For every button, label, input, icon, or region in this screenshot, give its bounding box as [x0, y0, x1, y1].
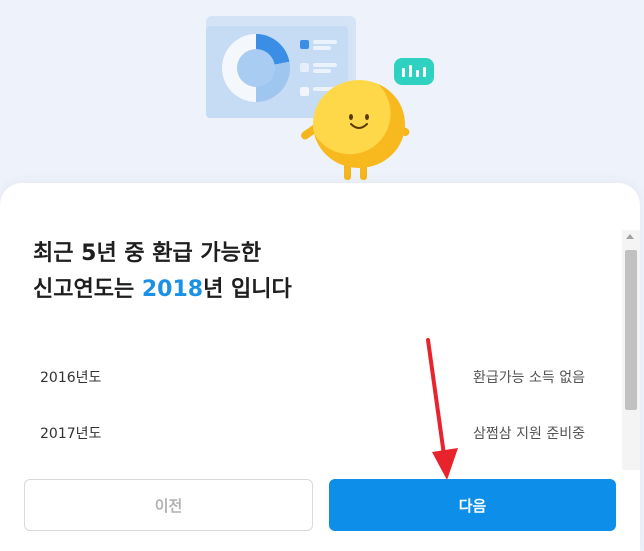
year-label: 2016년도	[40, 370, 102, 386]
scroll-thumb[interactable]	[625, 250, 637, 410]
next-button[interactable]: 다음	[329, 479, 616, 531]
year-status: 삼쩜삼 지원 준비중	[473, 426, 585, 442]
year-label: 2017년도	[40, 426, 102, 442]
scrollbar[interactable]	[622, 230, 640, 470]
legend-dot-icon	[300, 63, 309, 72]
list-item: 2016년도 환급가능 소득 없음	[40, 349, 585, 405]
title-suffix: 년 입니다	[203, 277, 292, 302]
hero-illustration	[0, 0, 644, 200]
smiley-face-icon	[349, 114, 369, 129]
year-list: 2016년도 환급가능 소득 없음 2017년도 삼쩜삼 지원 준비중	[40, 358, 585, 461]
legend-line	[313, 69, 331, 73]
scroll-up-icon[interactable]	[626, 234, 634, 239]
year-status: 환급가능 소득 없음	[473, 370, 585, 386]
page: 최근 5년 중 환급 가능한 신고연도는 2018년 입니다 2016년도 환급…	[0, 0, 644, 551]
legend-dot-icon	[300, 40, 309, 49]
legend-line	[313, 46, 331, 50]
coin-mascot-icon	[313, 80, 405, 168]
title-line-1: 최근 5년 중 환급 가능한	[33, 241, 262, 266]
title-prefix: 신고연도는	[33, 277, 142, 302]
legend-line	[313, 40, 337, 44]
legend-line	[313, 63, 337, 67]
chart-bubble-icon	[394, 58, 434, 85]
prev-button[interactable]: 이전	[24, 479, 313, 531]
page-title: 최근 5년 중 환급 가능한 신고연도는 2018년 입니다	[33, 236, 593, 308]
legend-dot-icon	[300, 87, 309, 96]
title-line-2: 신고연도는 2018년 입니다	[33, 272, 593, 308]
list-item: 2017년도 삼쩜삼 지원 준비중	[40, 405, 585, 461]
donut-chart-icon	[222, 34, 290, 102]
highlight-year: 2018	[141, 277, 204, 302]
